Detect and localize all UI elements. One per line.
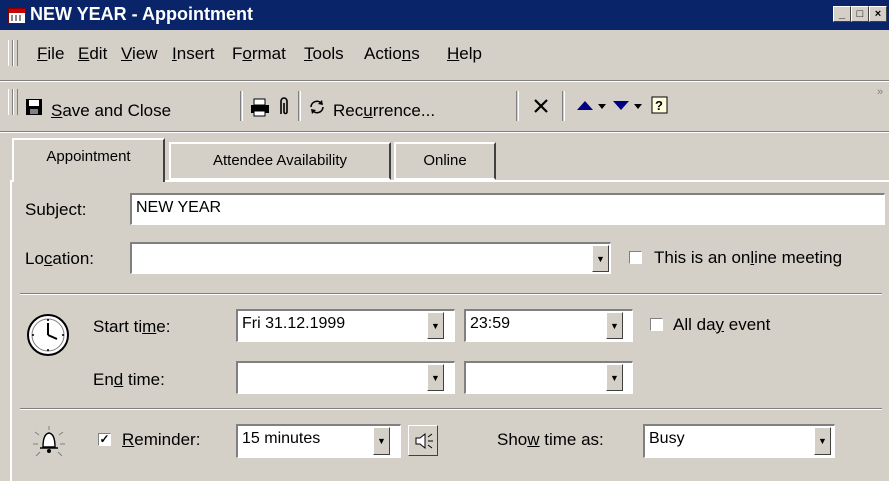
subject-input[interactable]: NEW YEAR	[130, 193, 885, 225]
menu-tools[interactable]: Tools	[304, 44, 344, 64]
recurrence-label: Recurrence...	[333, 101, 436, 120]
start-time-label: Start time:	[93, 317, 171, 336]
save-disk-icon	[26, 99, 42, 115]
menubar-grip-2	[13, 40, 18, 66]
location-combobox[interactable]	[130, 242, 611, 274]
tab-appointment[interactable]: Appointment	[12, 138, 165, 182]
previous-item-icon[interactable]	[576, 98, 594, 112]
appointment-icon	[8, 8, 26, 24]
section-divider	[20, 408, 882, 410]
show-time-as-dropdown-button[interactable]: ▼	[814, 427, 831, 455]
location-dropdown-button[interactable]: ▼	[592, 245, 609, 272]
delete-x-icon[interactable]	[532, 97, 550, 115]
minimize-button[interactable]: _	[833, 6, 851, 22]
window-title: NEW YEAR - Appointment	[30, 4, 253, 24]
recurrence-icon	[310, 100, 324, 114]
paperclip-icon[interactable]	[277, 96, 291, 118]
online-meeting-checkbox[interactable]	[629, 251, 642, 264]
start-date-dropdown-button[interactable]: ▼	[427, 312, 444, 339]
tab-attendee-availability[interactable]: Attendee Availability	[169, 142, 391, 180]
menu-edit[interactable]: Edit	[78, 44, 107, 64]
menu-view[interactable]: View	[121, 44, 158, 64]
save-and-close-label: Save and Close	[51, 101, 172, 120]
menubar-divider	[0, 80, 889, 82]
end-date-combobox[interactable]	[236, 361, 455, 394]
show-time-as-label: Show time as:	[497, 430, 604, 449]
start-date-combobox[interactable]: Fri 31.12.1999	[236, 309, 455, 342]
reminder-bell-icon	[33, 426, 65, 457]
menu-help[interactable]: Help	[447, 44, 482, 64]
toolbar-separator	[562, 91, 565, 121]
location-label: Location:	[25, 249, 95, 268]
menu-file[interactable]: File	[37, 44, 64, 64]
next-dropdown-arrow-icon[interactable]	[634, 104, 642, 110]
toolbar-separator	[298, 91, 301, 121]
reminder-sound-button[interactable]	[408, 425, 438, 456]
clock-icon	[27, 314, 69, 356]
menu-actions[interactable]: Actions	[364, 44, 420, 64]
save-and-close-button[interactable]: Save and Close	[23, 91, 236, 121]
reminder-checkbox[interactable]: ✓	[98, 433, 111, 446]
toolbar-separator	[516, 91, 519, 121]
all-day-event-checkbox[interactable]	[650, 318, 663, 331]
section-divider	[20, 293, 882, 295]
recurrence-button[interactable]: Recurrence...	[305, 91, 510, 121]
end-date-dropdown-button[interactable]: ▼	[427, 364, 444, 391]
maximize-button[interactable]: □	[851, 6, 869, 22]
help-icon[interactable]: ?	[651, 95, 669, 115]
tab-online[interactable]: Online	[394, 142, 496, 180]
end-time-label: End time:	[93, 370, 165, 389]
previous-dropdown-arrow-icon[interactable]	[598, 104, 606, 110]
start-time-dropdown-button[interactable]: ▼	[606, 312, 623, 339]
reminder-dropdown-button[interactable]: ▼	[373, 427, 390, 455]
online-meeting-label: This is an online meeting	[654, 248, 843, 267]
next-item-icon[interactable]	[612, 98, 630, 112]
subject-label: Subject:	[25, 200, 87, 219]
menu-insert[interactable]: Insert	[172, 44, 215, 64]
close-button[interactable]: ×	[869, 6, 887, 22]
end-time-dropdown-button[interactable]: ▼	[606, 364, 623, 391]
toolbar-grip-2	[13, 89, 18, 115]
all-day-event-label: All day event	[673, 315, 771, 334]
toolbar-overflow-chevron[interactable]: »	[877, 86, 883, 98]
menu-format[interactable]: Format	[232, 44, 286, 64]
svg-text:?: ?	[655, 98, 663, 113]
reminder-label: Reminder:	[122, 430, 201, 449]
reminder-sound-icon	[415, 432, 433, 450]
toolbar-separator	[240, 91, 243, 121]
show-time-as-combobox[interactable]: Busy	[643, 424, 835, 458]
toolbar-divider	[0, 131, 889, 133]
print-icon[interactable]	[250, 98, 270, 118]
